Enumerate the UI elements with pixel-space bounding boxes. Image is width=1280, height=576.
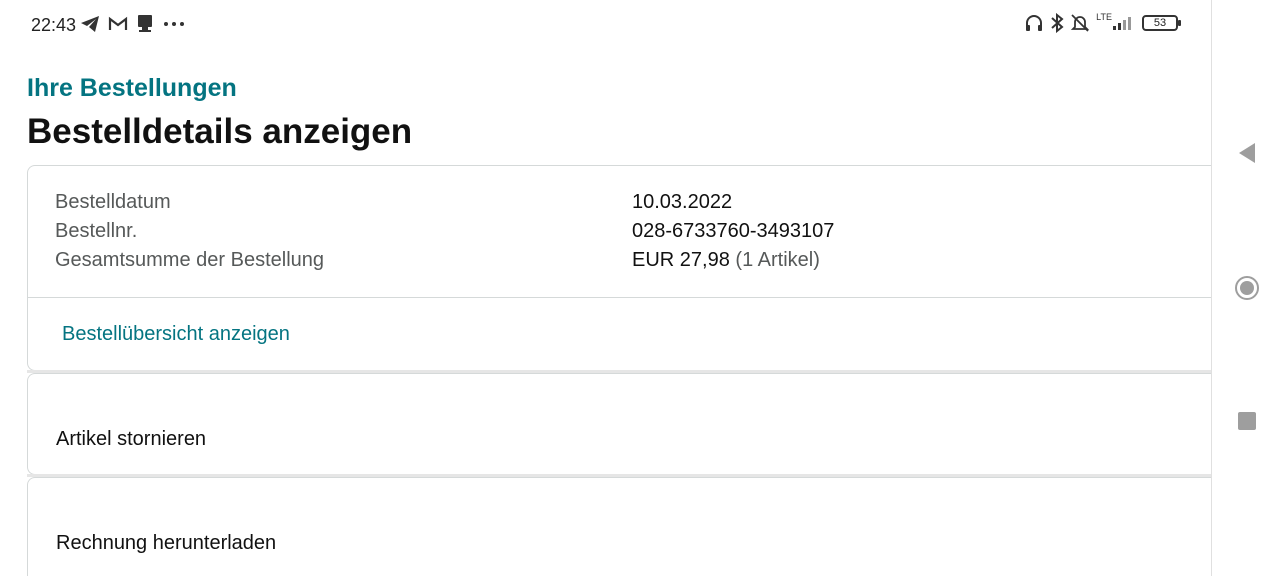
screen: 22:43 LTE 53 Ihre Bestellungen Bestellde… (0, 0, 1280, 576)
navigation-bar (1211, 0, 1280, 576)
telegram-icon (80, 15, 100, 33)
order-date-label: Bestelldatum (55, 191, 171, 213)
page-title: Bestelldetails anzeigen (27, 112, 413, 151)
status-left-icons (80, 14, 186, 34)
more-icon (162, 20, 186, 28)
order-total-label: Gesamtsumme der Bestellung (55, 249, 325, 271)
home-icon[interactable] (1234, 275, 1260, 301)
order-total-value: EUR 27,98 (632, 249, 730, 271)
status-right-icons: LTE 53 (1024, 12, 1181, 33)
order-overview-link[interactable]: Bestellübersicht anzeigen (62, 323, 290, 346)
divider (28, 297, 1228, 298)
order-number-label: Bestellnr. (55, 220, 138, 242)
order-info-card: Bestelldatum 10.03.2022 Bestellnr. 028-6… (27, 165, 1228, 371)
battery-icon: 53 (1142, 15, 1181, 31)
lte-signal-icon: LTE (1096, 12, 1134, 31)
network-type: LTE (1096, 12, 1112, 22)
order-total-value-row: EUR 27,98 (1 Artikel) (632, 249, 820, 272)
status-bar: 22:43 LTE 53 (0, 0, 1210, 52)
status-time: 22:43 (31, 15, 77, 35)
order-date-value: 10.03.2022 (632, 191, 733, 213)
recents-icon[interactable] (1234, 408, 1260, 434)
breadcrumb-orders[interactable]: Ihre Bestellungen (27, 74, 237, 103)
back-icon[interactable] (1234, 140, 1260, 166)
gmail-icon (108, 16, 128, 32)
order-item-count: (1 Artikel) (735, 249, 820, 271)
headphones-icon (1024, 13, 1044, 33)
download-invoice-card[interactable]: Rechnung herunterladen (27, 477, 1227, 576)
notification-icon (136, 14, 154, 34)
order-number-value: 028-6733760-3493107 (632, 220, 835, 242)
download-invoice-label: Rechnung herunterladen (56, 532, 277, 554)
silent-icon (1070, 13, 1090, 33)
cancel-items-card[interactable]: Artikel stornieren (27, 373, 1227, 475)
bluetooth-icon (1050, 13, 1064, 33)
cancel-items-label: Artikel stornieren (56, 428, 207, 450)
